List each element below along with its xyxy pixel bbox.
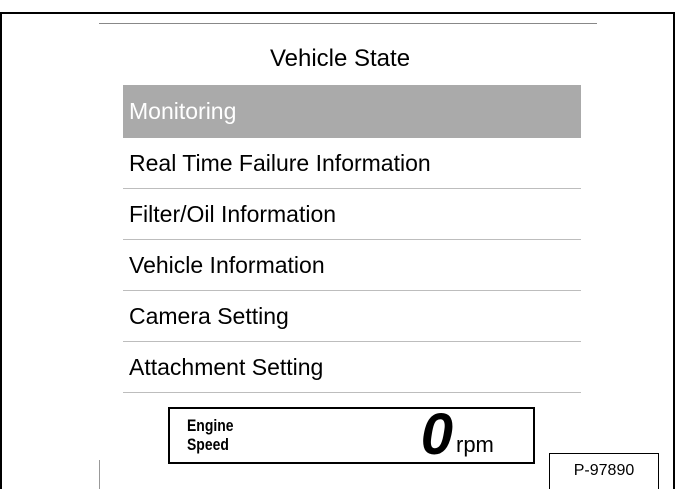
engine-speed-value: 0 bbox=[420, 402, 453, 467]
panel-top-divider bbox=[99, 23, 597, 24]
vehicle-state-menu: Monitoring Real Time Failure Information… bbox=[123, 85, 581, 393]
display-panel: Vehicle State Monitoring Real Time Failu… bbox=[99, 23, 597, 489]
menu-item-camera-setting[interactable]: Camera Setting bbox=[123, 291, 581, 342]
engine-speed-unit: rpm bbox=[456, 432, 494, 457]
menu-item-monitoring[interactable]: Monitoring bbox=[123, 85, 581, 138]
engine-speed-label: Engine Speed bbox=[187, 416, 234, 454]
engine-speed-readout: Engine Speed 0 rpm bbox=[168, 402, 535, 467]
menu-item-real-time-failure-information[interactable]: Real Time Failure Information bbox=[123, 138, 581, 189]
menu-item-filter-oil-information[interactable]: Filter/Oil Information bbox=[123, 189, 581, 240]
menu-item-vehicle-information[interactable]: Vehicle Information bbox=[123, 240, 581, 291]
figure-reference-number: P-97890 bbox=[549, 453, 659, 489]
panel-left-divider bbox=[99, 460, 100, 489]
menu-item-attachment-setting[interactable]: Attachment Setting bbox=[123, 342, 581, 393]
screen-title: Vehicle State bbox=[269, 45, 411, 72]
